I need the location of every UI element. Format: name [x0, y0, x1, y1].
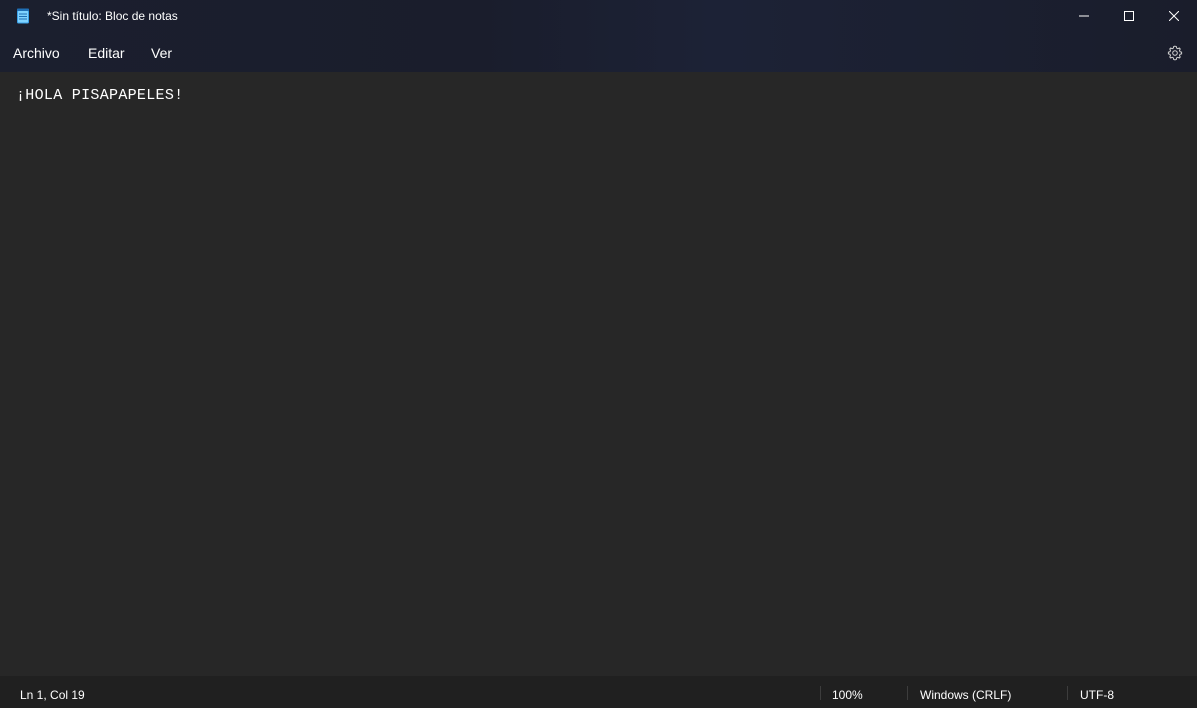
status-divider	[820, 686, 821, 700]
status-divider	[1067, 686, 1068, 700]
text-editor[interactable]: ¡HOLA PISAPAPELES!	[0, 72, 1197, 676]
minimize-button[interactable]	[1061, 0, 1107, 32]
close-icon	[1169, 11, 1179, 21]
notepad-window: *Sin título: Bloc de notas Archivo Edita…	[0, 0, 1197, 708]
window-chrome: *Sin título: Bloc de notas Archivo Edita…	[0, 0, 1197, 72]
status-bar: Ln 1, Col 19 100% Windows (CRLF) UTF-8	[0, 676, 1197, 708]
minimize-icon	[1079, 15, 1089, 17]
cursor-position: Ln 1, Col 19	[20, 688, 85, 702]
maximize-icon	[1124, 11, 1134, 21]
menu-editar[interactable]: Editar	[88, 44, 125, 62]
settings-button[interactable]	[1162, 42, 1188, 64]
maximize-button[interactable]	[1106, 0, 1152, 32]
encoding[interactable]: UTF-8	[1080, 688, 1114, 702]
line-ending[interactable]: Windows (CRLF)	[920, 688, 1011, 702]
window-title: *Sin título: Bloc de notas	[47, 9, 178, 23]
zoom-level[interactable]: 100%	[832, 688, 863, 702]
gear-icon	[1167, 45, 1183, 61]
menu-ver[interactable]: Ver	[151, 44, 172, 62]
menu-bar: Archivo Editar Ver	[0, 32, 1197, 72]
title-bar[interactable]: *Sin título: Bloc de notas	[0, 0, 1197, 32]
status-divider	[907, 686, 908, 700]
notepad-icon	[17, 8, 29, 24]
menu-archivo[interactable]: Archivo	[13, 44, 60, 62]
editor-content[interactable]: ¡HOLA PISAPAPELES!	[16, 87, 183, 105]
close-button[interactable]	[1151, 0, 1197, 32]
